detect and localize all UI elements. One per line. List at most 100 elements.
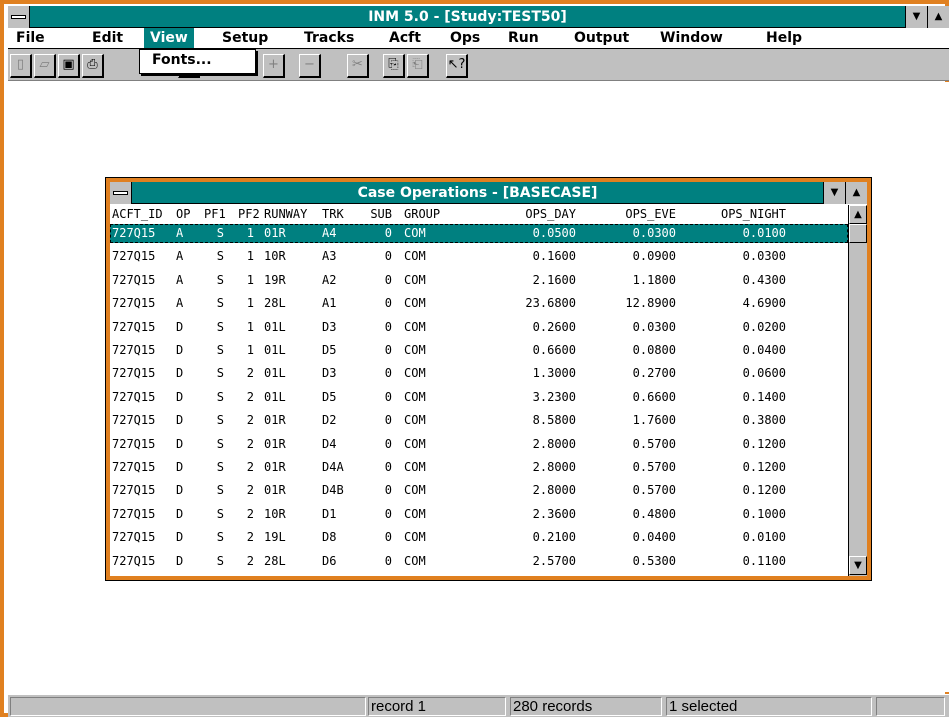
cell-sub[interactable]: 0 <box>364 224 392 243</box>
cell-sub[interactable]: 0 <box>364 294 392 313</box>
cell-pf2[interactable]: 1 <box>238 247 254 266</box>
cell-ops-eve[interactable]: 0.0800 <box>578 341 676 360</box>
cell-op[interactable]: D <box>176 318 183 337</box>
cell-pf1[interactable]: S <box>204 435 224 454</box>
cell-pf1[interactable]: S <box>204 481 224 500</box>
menu-acft[interactable]: Acft <box>383 28 427 48</box>
operations-grid[interactable]: ACFT_ID OP PF1 PF2 RUNWAY TRK SUB GROUP … <box>110 205 848 576</box>
save-icon[interactable]: ▣ <box>58 54 80 78</box>
cell-ops-night[interactable]: 0.0200 <box>676 318 786 337</box>
cell-acft-id[interactable]: 727Q15 <box>112 364 155 383</box>
cell-runway[interactable]: 01L <box>264 388 286 407</box>
cell-ops-night[interactable]: 0.0600 <box>676 364 786 383</box>
cell-trk[interactable]: D8 <box>322 528 336 547</box>
cell-runway[interactable]: 01L <box>264 318 286 337</box>
help-icon[interactable]: ↖? <box>446 54 468 78</box>
cell-pf2[interactable]: 2 <box>238 552 254 571</box>
cell-pf1[interactable]: S <box>204 364 224 383</box>
cell-ops-day[interactable]: 2.5700 <box>474 552 576 571</box>
col-ops-eve[interactable]: OPS_EVE <box>578 205 676 224</box>
cell-op[interactable]: D <box>176 388 183 407</box>
cell-runway[interactable]: 01L <box>264 364 286 383</box>
cell-trk[interactable]: D4A <box>322 458 344 477</box>
cell-sub[interactable]: 0 <box>364 552 392 571</box>
table-row[interactable]: 727Q15 D S 2 10R D1 0 COM 2.3600 0.4800 0.1000 <box>110 505 848 524</box>
cell-pf1[interactable]: S <box>204 458 224 477</box>
cell-ops-night[interactable]: 0.1000 <box>676 505 786 524</box>
menu-file[interactable]: File <box>10 28 51 48</box>
cell-pf1[interactable]: S <box>204 388 224 407</box>
cell-op[interactable]: A <box>176 247 183 266</box>
cell-trk[interactable]: D6 <box>322 552 336 571</box>
cell-ops-eve[interactable]: 0.2700 <box>578 364 676 383</box>
cell-ops-night[interactable]: 0.0100 <box>676 528 786 547</box>
cell-ops-eve[interactable]: 0.5700 <box>578 435 676 454</box>
table-row[interactable]: 727Q15 D S 1 01L D3 0 COM 0.2600 0.0300 0.0200 <box>110 318 848 337</box>
cell-trk[interactable]: A1 <box>322 294 336 313</box>
cell-ops-eve[interactable]: 0.6600 <box>578 388 676 407</box>
cell-runway[interactable]: 19R <box>264 271 286 290</box>
menu-run[interactable]: Run <box>502 28 545 48</box>
cell-acft-id[interactable]: 727Q15 <box>112 458 155 477</box>
col-ops-day[interactable]: OPS_DAY <box>474 205 576 224</box>
cell-sub[interactable]: 0 <box>364 247 392 266</box>
cell-ops-day[interactable]: 8.5800 <box>474 411 576 430</box>
table-row[interactable]: 727Q15 D S 2 19L D8 0 COM 0.2100 0.0400 0.0100 <box>110 528 848 547</box>
table-row[interactable]: 727Q15 D S 2 01R D4A 0 COM 2.8000 0.5700 0.1200 <box>110 458 848 477</box>
cell-pf2[interactable]: 1 <box>238 341 254 360</box>
cell-pf1[interactable]: S <box>204 247 224 266</box>
cell-ops-day[interactable]: 2.3600 <box>474 505 576 524</box>
cell-op[interactable]: D <box>176 505 183 524</box>
paste-icon[interactable]: ⎗ <box>407 54 429 78</box>
cell-ops-night[interactable]: 4.6900 <box>676 294 786 313</box>
cell-pf2[interactable]: 2 <box>238 458 254 477</box>
table-row[interactable]: 727Q15 A S 1 10R A3 0 COM 0.1600 0.0900 0.0300 <box>110 247 848 266</box>
cell-runway[interactable]: 10R <box>264 505 286 524</box>
cell-runway[interactable]: 19L <box>264 528 286 547</box>
child-minimize-icon[interactable]: ▼ <box>823 182 845 204</box>
table-row[interactable]: 727Q15 A S 1 01R A4 0 COM 0.0500 0.0300 0.0100 <box>110 224 848 243</box>
menu-edit[interactable]: Edit <box>86 28 129 48</box>
table-row[interactable]: 727Q15 D S 2 01L D3 0 COM 1.3000 0.2700 0.0600 <box>110 364 848 383</box>
cell-runway[interactable]: 01R <box>264 411 286 430</box>
cell-trk[interactable]: D2 <box>322 411 336 430</box>
cell-ops-eve[interactable]: 1.1800 <box>578 271 676 290</box>
cell-ops-day[interactable]: 0.2100 <box>474 528 576 547</box>
table-row[interactable]: 727Q15 D S 1 01L D5 0 COM 0.6600 0.0800 0.0400 <box>110 341 848 360</box>
cell-op[interactable]: A <box>176 271 183 290</box>
cell-trk[interactable]: A2 <box>322 271 336 290</box>
cell-ops-eve[interactable]: 12.8900 <box>578 294 676 313</box>
cell-pf1[interactable]: S <box>204 528 224 547</box>
new-icon[interactable]: ▯ <box>10 54 32 78</box>
cell-ops-day[interactable]: 2.1600 <box>474 271 576 290</box>
menu-output[interactable]: Output <box>568 28 635 48</box>
cell-pf1[interactable]: S <box>204 318 224 337</box>
cell-trk[interactable]: D3 <box>322 364 336 383</box>
cell-pf2[interactable]: 2 <box>238 528 254 547</box>
cell-ops-night[interactable]: 0.1100 <box>676 552 786 571</box>
cell-ops-night[interactable]: 0.3800 <box>676 411 786 430</box>
cell-sub[interactable]: 0 <box>364 481 392 500</box>
cell-op[interactable]: D <box>176 341 183 360</box>
cell-group[interactable]: COM <box>404 341 426 360</box>
cell-ops-eve[interactable]: 0.5300 <box>578 552 676 571</box>
col-group[interactable]: GROUP <box>404 205 440 224</box>
col-trk[interactable]: TRK <box>322 205 344 224</box>
cell-ops-eve[interactable]: 0.5700 <box>578 481 676 500</box>
menu-help[interactable]: Help <box>760 28 808 48</box>
cell-ops-eve[interactable]: 0.0900 <box>578 247 676 266</box>
cell-acft-id[interactable]: 727Q15 <box>112 271 155 290</box>
cell-runway[interactable]: 01R <box>264 458 286 477</box>
table-row[interactable]: 727Q15 D S 2 01R D4 0 COM 2.8000 0.5700 0.1200 <box>110 435 848 454</box>
cell-acft-id[interactable]: 727Q15 <box>112 435 155 454</box>
cell-pf2[interactable]: 2 <box>238 435 254 454</box>
cell-ops-night[interactable]: 0.0100 <box>676 224 786 243</box>
cell-ops-night[interactable]: 0.1200 <box>676 481 786 500</box>
menu-view[interactable]: View <box>144 28 194 48</box>
cell-group[interactable]: COM <box>404 458 426 477</box>
cell-trk[interactable]: D3 <box>322 318 336 337</box>
cell-group[interactable]: COM <box>404 271 426 290</box>
table-row[interactable]: 727Q15 D S 2 01R D2 0 COM 8.5800 1.7600 0.3800 <box>110 411 848 430</box>
open-icon[interactable]: ▱ <box>34 54 56 78</box>
cell-acft-id[interactable]: 727Q15 <box>112 481 155 500</box>
